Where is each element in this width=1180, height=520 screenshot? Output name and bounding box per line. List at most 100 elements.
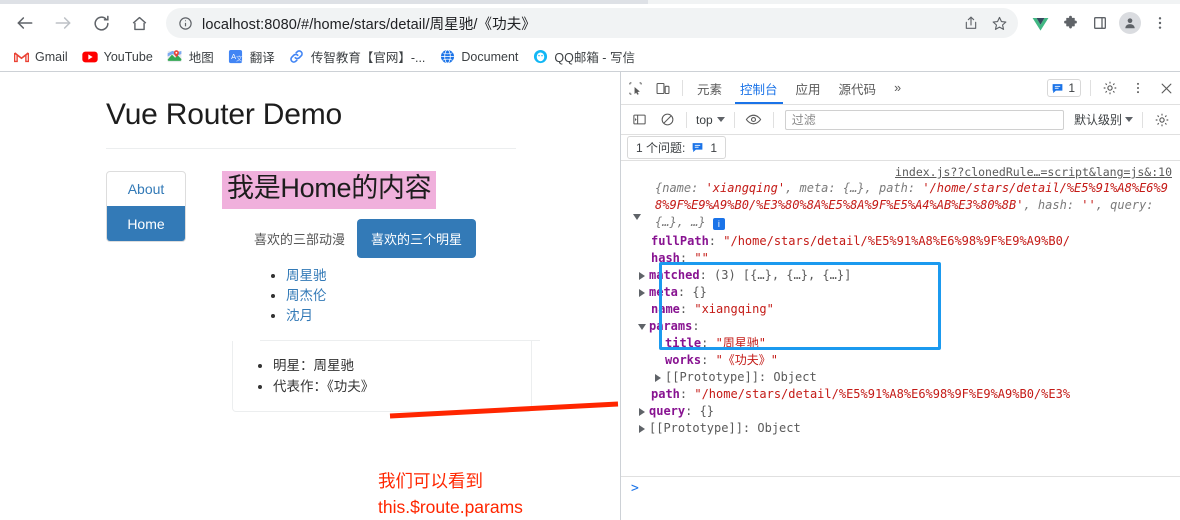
property-row-prototype[interactable]: [[Prototype]]: Object <box>621 369 1180 386</box>
web-page-content: Vue Router Demo About Home 我是Home的内容 喜欢的… <box>0 72 620 520</box>
device-toolbar-icon[interactable] <box>649 75 677 101</box>
bookmark-item[interactable]: 地图 <box>160 44 221 69</box>
property-value: Object <box>773 370 817 384</box>
forward-icon[interactable] <box>46 6 80 40</box>
address-bar[interactable]: localhost:8080/#/home/stars/detail/周星驰/《… <box>166 8 1018 38</box>
object-preview: {name: 'xiangqing', meta: {…}, path: '/h… <box>627 180 1174 231</box>
browser-menu-icon[interactable] <box>1146 9 1174 37</box>
expand-twisty-icon[interactable] <box>639 271 645 280</box>
bookmark-item[interactable]: Gmail <box>6 46 75 68</box>
bookmark-item[interactable]: QQ邮箱 - 写信 <box>525 44 642 69</box>
tab-stars[interactable]: 喜欢的三个明星 <box>357 218 477 258</box>
star-link[interactable]: 周杰伦 <box>286 288 327 303</box>
star-detail-card: 明星：周星驰 代表作：《功夫》 <box>232 340 532 412</box>
nav-item-home[interactable]: Home <box>107 206 185 241</box>
close-icon[interactable] <box>1152 75 1180 101</box>
chevron-down-icon <box>1125 117 1133 122</box>
gmail-icon <box>13 49 29 65</box>
reload-icon[interactable] <box>84 6 118 40</box>
property-key: works <box>665 353 702 367</box>
list-item[interactable]: 周杰伦 <box>286 286 580 306</box>
property-value: (3) [{…}, {…}, {…}] <box>714 268 852 282</box>
preview-part: 'xiangqing' <box>705 181 786 195</box>
property-key: [[Prototype]] <box>665 370 759 384</box>
property-value: "周星驰" <box>715 336 767 350</box>
property-row-params[interactable]: params: <box>621 318 1180 335</box>
property-row-hash: hash: "" <box>651 251 709 265</box>
info-badge-icon[interactable]: i <box>712 218 725 230</box>
maps-icon <box>167 49 183 65</box>
qq-icon <box>532 49 548 65</box>
live-expression-icon[interactable] <box>740 107 768 133</box>
site-info-icon[interactable] <box>176 14 194 32</box>
expand-twisty-icon[interactable] <box>638 323 646 330</box>
issues-label: 1 个问题: <box>636 141 686 155</box>
property-key: meta <box>649 285 678 299</box>
preview-part: '' <box>1081 198 1096 212</box>
property-row-name: name: "xiangqing" <box>651 302 774 316</box>
bookmark-item[interactable]: Document <box>432 46 525 68</box>
tab-application[interactable]: 应用 <box>787 72 830 104</box>
message-count: 1 <box>1068 81 1075 95</box>
clear-console-icon[interactable] <box>653 107 681 133</box>
issues-count: 1 <box>710 140 718 155</box>
nav-item-about[interactable]: About <box>107 172 185 206</box>
bookmark-item[interactable]: A文 翻译 <box>221 44 282 69</box>
property-key: hash <box>651 251 680 265</box>
back-icon[interactable] <box>8 6 42 40</box>
issues-chip[interactable]: 1 个问题: 1 <box>627 136 727 159</box>
console-sidebar-icon[interactable] <box>625 107 653 133</box>
property-row-meta[interactable]: meta: {} <box>621 284 1180 301</box>
property-row-root-prototype[interactable]: [[Prototype]]: Object <box>621 420 1180 437</box>
expand-twisty-icon[interactable] <box>639 288 645 297</box>
console-settings-gear-icon[interactable] <box>1148 107 1176 133</box>
log-level-label: 默认级别 <box>1073 113 1122 127</box>
expand-twisty-icon[interactable] <box>639 424 645 433</box>
star-link[interactable]: 周星驰 <box>286 268 327 283</box>
preview-part: {name: <box>655 181 706 195</box>
bookmark-star-icon[interactable] <box>986 10 1012 36</box>
preview-part: , hash: <box>1023 198 1082 212</box>
bookmark-label: 地图 <box>188 51 214 65</box>
expand-twisty-icon[interactable] <box>655 373 661 382</box>
property-row-matched[interactable]: matched: (3) [{…}, {…}, {…}] <box>621 267 1180 284</box>
context-selector[interactable]: top <box>692 113 729 127</box>
list-item[interactable]: 周星驰 <box>286 266 580 286</box>
extensions-puzzle-icon[interactable] <box>1056 9 1084 37</box>
vue-devtools-icon[interactable] <box>1026 9 1054 37</box>
bookmarks-bar: Gmail YouTube 地图 A文 翻译 传智教育【官网】-... Docu… <box>0 42 1180 71</box>
navigation-bar: localhost:8080/#/home/stars/detail/周星驰/《… <box>0 4 1180 42</box>
console-output[interactable]: index.js??clonedRule…=script&lang=js&:10… <box>621 161 1180 500</box>
tab-elements[interactable]: 元素 <box>688 72 731 104</box>
tab-console[interactable]: 控制台 <box>731 72 787 104</box>
message-count-badge[interactable]: 1 <box>1047 79 1081 97</box>
chevron-down-icon <box>716 117 725 122</box>
list-item[interactable]: 沈月 <box>286 306 580 326</box>
console-prompt[interactable]: > <box>621 476 1180 500</box>
kebab-menu-icon[interactable] <box>1124 75 1152 101</box>
log-level-selector[interactable]: 默认级别 <box>1070 111 1137 128</box>
inspect-icon[interactable] <box>621 75 649 101</box>
tab-sources[interactable]: 源代码 <box>830 72 886 104</box>
gear-icon[interactable] <box>1096 75 1124 101</box>
share-icon[interactable] <box>958 10 984 36</box>
property-key: [[Prototype]] <box>649 421 743 435</box>
url-text: localhost:8080/#/home/stars/detail/周星驰/《… <box>202 16 536 33</box>
expand-twisty-icon[interactable] <box>633 214 641 220</box>
more-tabs-icon[interactable]: » <box>885 72 910 104</box>
property-key: params <box>649 319 693 333</box>
bookmark-item[interactable]: 传智教育【官网】-... <box>282 44 433 69</box>
svg-text:A: A <box>231 52 236 61</box>
property-row-query[interactable]: query: {} <box>621 403 1180 420</box>
home-icon[interactable] <box>122 6 156 40</box>
side-nav: About Home <box>106 171 192 412</box>
preview-part: , meta: {…}, path: <box>785 181 923 195</box>
star-link[interactable]: 沈月 <box>286 308 313 323</box>
expand-twisty-icon[interactable] <box>639 407 645 416</box>
tab-anime[interactable]: 喜欢的三部动漫 <box>252 223 347 254</box>
filter-input[interactable]: 过滤 <box>784 109 1064 130</box>
side-panel-icon[interactable] <box>1086 9 1114 37</box>
bookmark-item[interactable]: YouTube <box>75 46 160 68</box>
star-link-list: 周星驰 周杰伦 沈月 <box>286 266 580 326</box>
profile-avatar[interactable] <box>1116 9 1144 37</box>
